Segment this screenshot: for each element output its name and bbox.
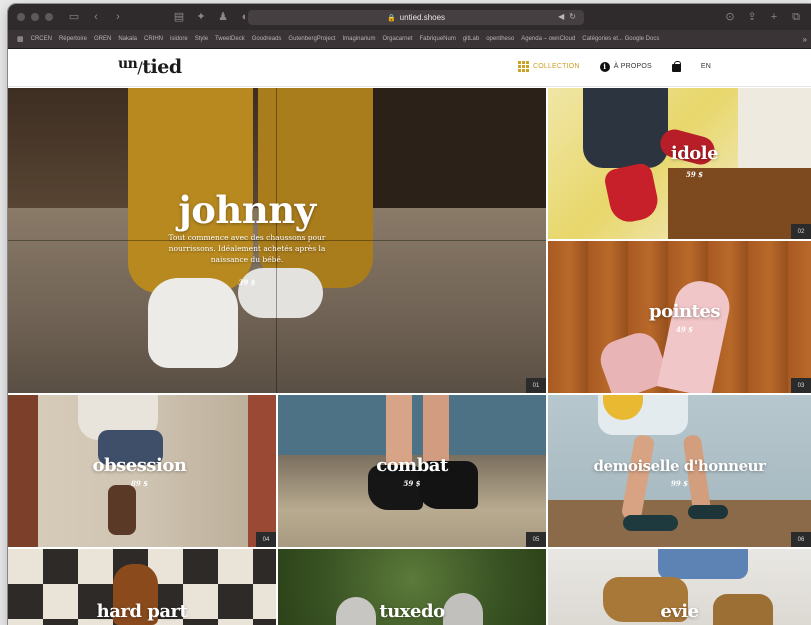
product-title: evie <box>660 601 699 622</box>
sidebar-toggle-icon[interactable]: ▭ <box>67 10 81 24</box>
product-title: hard part <box>96 601 188 622</box>
product-tile-obsession[interactable]: obsession 89 $ 04 <box>8 395 276 547</box>
grid-icon <box>517 61 529 72</box>
nav-language-label: EN <box>700 63 711 70</box>
product-number: 04 <box>256 532 276 547</box>
zoom-window-button[interactable] <box>45 13 53 21</box>
download-icon[interactable]: ⊙ <box>723 10 737 24</box>
extension-icon[interactable]: ✦ <box>194 10 208 24</box>
product-title: pointes <box>649 301 720 322</box>
info-icon: i <box>599 61 610 72</box>
product-price: 89 $ <box>130 479 149 488</box>
product-tile-combat[interactable]: combat 59 $ 05 <box>278 395 546 547</box>
bookmark-item[interactable]: TweetDeck <box>215 36 245 42</box>
bookmark-item[interactable]: Catégories et... Google Docs <box>582 36 659 42</box>
bookmark-item[interactable]: opentheso <box>486 36 514 42</box>
forward-icon[interactable]: › <box>111 10 125 24</box>
product-tile-demoiselle[interactable]: demoiselle d'honneur 99 $ 06 <box>548 395 811 547</box>
new-tab-icon[interactable]: + <box>767 10 781 24</box>
logo-part-tied: tied <box>142 56 182 78</box>
browser-window: ▭ ‹ › ▤ ✦ ♟ ◐ 🔒 untied.shoes ◀︎ ↻ ⊙ ⇪ + … <box>8 4 811 625</box>
product-title: idole <box>670 143 719 164</box>
product-tile-evie[interactable]: evie <box>548 549 811 625</box>
nav-language[interactable]: EN <box>701 63 711 70</box>
product-grid: johnny Tout commence avec des chaussons … <box>8 88 811 625</box>
nav-cart[interactable] <box>671 61 681 72</box>
product-title: demoiselle d'honneur <box>593 457 766 475</box>
reload-icon[interactable]: ↻ <box>569 12 576 21</box>
product-title: tuxedo <box>379 601 445 622</box>
person-icon[interactable]: ♟ <box>216 10 230 24</box>
bookmark-item[interactable]: CRCEN <box>31 36 52 42</box>
product-price: 49 $ <box>675 325 694 334</box>
nav-apropos-label: À PROPOS <box>613 63 652 70</box>
nav-collection[interactable]: COLLECTION <box>517 61 580 72</box>
product-tile-hard-part[interactable]: hard part <box>8 549 276 625</box>
window-controls <box>17 13 53 21</box>
browser-toolbar: ▭ ‹ › ▤ ✦ ♟ ◐ 🔒 untied.shoes ◀︎ ↻ ⊙ ⇪ + … <box>8 4 811 30</box>
audio-icon[interactable]: ◀︎ <box>558 12 564 21</box>
bookmark-item[interactable]: CRIHN <box>144 36 163 42</box>
description-line: nourrissons. Idéalement achetés après la <box>168 244 326 253</box>
product-title: johnny <box>178 188 316 232</box>
product-number: 05 <box>526 532 546 547</box>
nav-collection-label: COLLECTION <box>532 63 580 70</box>
nav-apropos[interactable]: i À PROPOS <box>599 61 652 72</box>
product-tile-idole[interactable]: idole 59 $ 02 <box>548 88 811 239</box>
product-tile-pointes[interactable]: pointes 49 $ 03 <box>548 241 811 393</box>
bookmark-item[interactable]: FabriqueNum <box>419 36 455 42</box>
bookmarks-more-button[interactable]: » <box>803 35 807 44</box>
product-price: 39 $ <box>238 278 256 287</box>
bookmark-item[interactable]: Goodreads <box>252 36 282 42</box>
site-logo[interactable]: un/tied <box>118 56 182 78</box>
shopping-bag-icon <box>671 61 681 72</box>
site-header: un/tied COLLECTION i À PROPOS EN <box>8 49 811 87</box>
share-icon[interactable]: ⇪ <box>745 10 759 24</box>
bookmark-item[interactable]: GREN <box>94 36 111 42</box>
bookmark-item[interactable]: gitLab <box>463 36 479 42</box>
bookmark-item[interactable]: Imaginarium <box>342 36 375 42</box>
bookmark-item[interactable]: isidore <box>170 36 188 42</box>
main-nav: COLLECTION i À PROPOS EN <box>517 61 711 72</box>
url-text: untied.shoes <box>399 13 446 22</box>
description-line: naissance du bébé. <box>210 255 284 264</box>
back-icon[interactable]: ‹ <box>89 10 103 24</box>
product-number: 06 <box>791 532 811 547</box>
product-title: obsession <box>92 455 187 476</box>
bookmark-item[interactable]: Style <box>195 36 208 42</box>
product-price: 99 $ <box>670 479 689 488</box>
product-number: 01 <box>526 378 546 393</box>
bookmark-item[interactable]: Orgacarnet <box>382 36 412 42</box>
product-price: 59 $ <box>403 479 421 488</box>
product-description: Tout commence avec des chaussons pour no… <box>8 232 546 265</box>
description-line: Tout commence avec des chaussons pour <box>168 233 326 242</box>
logo-part-un: un <box>118 56 138 72</box>
minimize-window-button[interactable] <box>31 13 39 21</box>
product-number: 03 <box>791 378 811 393</box>
bookmark-item[interactable]: GutenbergProject <box>288 36 335 42</box>
bookmark-item[interactable]: Nakala <box>118 36 137 42</box>
product-tile-johnny[interactable]: johnny Tout commence avec des chaussons … <box>8 88 546 393</box>
address-bar[interactable]: 🔒 untied.shoes ◀︎ ↻ <box>248 10 584 25</box>
product-price: 59 $ <box>685 170 704 179</box>
reader-icon[interactable]: ▤ <box>172 10 186 24</box>
bookmarks-bar: ▦ CRCEN Répertoire GREN Nakala CRIHN isidore S… <box>8 30 811 49</box>
close-window-button[interactable] <box>17 13 25 21</box>
lock-icon: 🔒 <box>386 14 396 22</box>
product-tile-tuxedo[interactable]: tuxedo <box>278 549 546 625</box>
bookmarks-grid-icon[interactable]: ▦ <box>17 35 24 43</box>
tabs-overview-icon[interactable]: ⧉ <box>789 10 803 24</box>
bookmark-item[interactable]: Répertoire <box>59 36 87 42</box>
product-number: 02 <box>791 224 811 239</box>
bookmark-item[interactable]: Agenda – ownCloud <box>521 36 575 42</box>
product-title: combat <box>376 455 448 476</box>
